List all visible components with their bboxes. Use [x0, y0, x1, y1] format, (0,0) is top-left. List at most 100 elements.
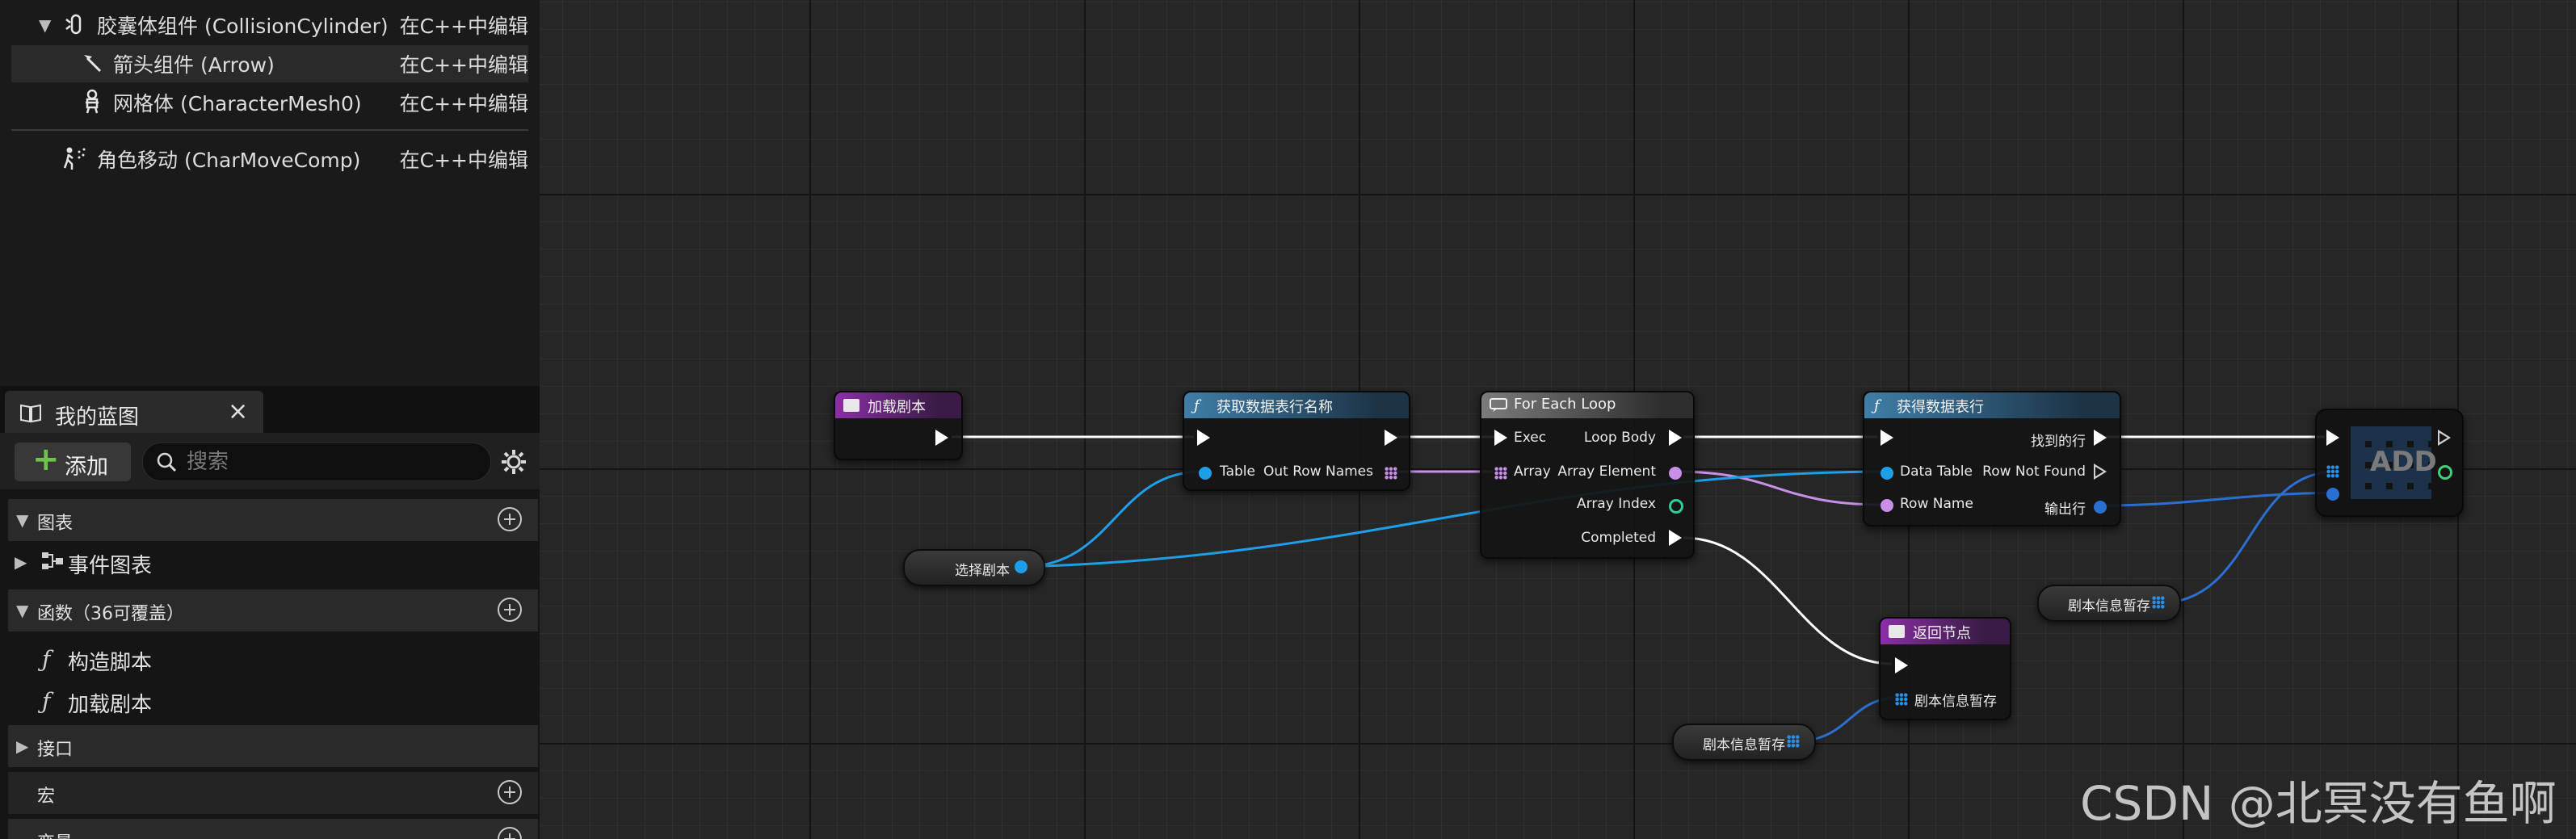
component-row-collision-cylinder[interactable]: ▼ 胶囊体组件 (CollisionCylinder) 在C++中编辑: [11, 6, 528, 44]
new-item-pin[interactable]: [2326, 488, 2339, 501]
section-interfaces[interactable]: ▶ 接口: [8, 725, 538, 767]
pin-label: 剧本信息暂存: [1914, 694, 1997, 710]
variable-out-pin[interactable]: [1787, 735, 1800, 748]
return-value-pin[interactable]: [1895, 693, 1908, 706]
list-item-label: 事件图表: [68, 554, 153, 578]
edit-in-cpp-link[interactable]: 在C++中编辑: [400, 145, 528, 174]
data-table-pin[interactable]: [1881, 467, 1893, 480]
section-functions[interactable]: ▼ 函数（36可覆盖）: [8, 589, 538, 631]
array-pin[interactable]: [1494, 467, 1507, 480]
out-row-names-pin[interactable]: [1385, 467, 1397, 480]
collapse-arrow-icon[interactable]: ▼: [16, 510, 28, 530]
return-node-icon: [1889, 625, 1905, 638]
add-button[interactable]: + 添加: [15, 441, 131, 481]
macro-icon: [1490, 398, 1507, 412]
pin-label: Completed: [1581, 530, 1656, 546]
add-macro-button[interactable]: [498, 780, 522, 804]
edit-in-cpp-link[interactable]: 在C++中编辑: [400, 49, 528, 78]
edit-in-cpp-link[interactable]: 在C++中编辑: [400, 10, 528, 40]
function-icon: ƒ: [42, 646, 51, 673]
component-name: 网格体 (CharacterMesh0): [113, 92, 362, 115]
add-graph-button[interactable]: [498, 507, 522, 531]
section-macros[interactable]: 宏: [8, 772, 538, 814]
completed-pin[interactable]: [1669, 530, 1682, 546]
variable-script-info-2[interactable]: 剧本信息暂存: [1672, 724, 1816, 761]
capsule-component-icon: [65, 14, 82, 35]
event-graph-icon: [42, 552, 63, 569]
exec-out-pin[interactable]: [1385, 430, 1397, 446]
node-title: 获得数据表行: [1897, 399, 1984, 416]
section-graphs[interactable]: ▼ 图表: [8, 499, 538, 541]
edit-in-cpp-link[interactable]: 在C++中编辑: [400, 88, 528, 117]
expand-arrow-icon[interactable]: ▶: [16, 736, 28, 756]
exec-out-pin[interactable]: [935, 430, 948, 446]
close-icon[interactable]: ×: [228, 397, 248, 426]
pin-label: Data Table: [1900, 464, 1973, 480]
out-row-pin[interactable]: [2094, 501, 2107, 514]
variable-label: 选择剧本: [955, 563, 1010, 579]
search-input[interactable]: [185, 447, 479, 477]
variable-out-pin[interactable]: [2152, 596, 2165, 609]
exec-in-pin[interactable]: [1197, 430, 1210, 446]
section-variables[interactable]: 变量: [8, 819, 538, 839]
list-item-load-script[interactable]: ƒ 加载剧本: [8, 680, 538, 720]
pin-label: 输出行: [2044, 501, 2086, 518]
component-name: 胶囊体组件 (CollisionCylinder): [97, 15, 389, 38]
pin-label: Out Row Names: [1263, 464, 1373, 480]
variable-label: 剧本信息暂存: [2068, 598, 2150, 615]
row-found-pin[interactable]: [2094, 430, 2107, 446]
collapse-arrow-icon[interactable]: ▼: [16, 601, 28, 620]
node-title: 返回节点: [1913, 625, 1971, 642]
exec-in-pin[interactable]: [2326, 430, 2339, 446]
array-index-pin[interactable]: [1669, 499, 1683, 514]
node-load-script-entry[interactable]: 加载剧本: [834, 391, 963, 460]
exec-in-pin[interactable]: [1494, 430, 1507, 446]
component-row-character-mesh[interactable]: 网格体 (CharacterMesh0) 在C++中编辑: [11, 84, 528, 121]
component-row-char-move[interactable]: 角色移动 (CharMoveComp) 在C++中编辑: [11, 141, 528, 178]
variable-select-script[interactable]: 选择剧本: [903, 549, 1045, 586]
target-array-pin[interactable]: [2326, 465, 2339, 478]
collapse-arrow-icon[interactable]: ▼: [39, 15, 51, 35]
component-name: 箭头组件 (Arrow): [113, 53, 275, 77]
component-row-arrow[interactable]: 箭头组件 (Arrow) 在C++中编辑: [11, 45, 528, 82]
variable-script-info-1[interactable]: 剧本信息暂存: [2037, 585, 2181, 622]
section-label: 图表: [37, 514, 74, 534]
table-pin[interactable]: [1199, 467, 1212, 480]
tab-my-blueprint[interactable]: 我的蓝图 ×: [5, 391, 263, 434]
index-out-pin[interactable]: [2438, 465, 2452, 480]
variable-label: 剧本信息暂存: [1703, 737, 1785, 753]
row-not-found-pin[interactable]: [2094, 464, 2107, 480]
node-return[interactable]: 返回节点 剧本信息暂存: [1879, 617, 2011, 720]
variable-out-pin[interactable]: [1015, 560, 1027, 573]
list-item-event-graph[interactable]: ▶ 事件图表: [8, 541, 538, 581]
function-icon: ƒ: [1874, 397, 1880, 414]
node-get-data-table-row[interactable]: ƒ 获得数据表行 找到的行 Data Table Row Not Found R…: [1863, 391, 2121, 526]
gear-icon[interactable]: [499, 447, 528, 476]
add-function-button[interactable]: [498, 598, 522, 622]
list-item-label: 构造脚本: [68, 651, 153, 675]
exec-in-pin[interactable]: [1881, 430, 1893, 446]
component-name: 角色移动 (CharMoveComp): [97, 149, 361, 172]
loop-body-pin[interactable]: [1669, 430, 1682, 446]
section-label: 函数（36可覆盖）: [37, 604, 184, 624]
divider: [11, 129, 528, 131]
add-variable-button[interactable]: [498, 827, 522, 839]
exec-out-pin[interactable]: [2438, 430, 2451, 446]
add-button-label: 添加: [65, 455, 108, 480]
list-item-construction-script[interactable]: ƒ 构造脚本: [8, 638, 538, 678]
pin-label: Loop Body: [1583, 430, 1656, 446]
function-entry-icon: [843, 399, 859, 412]
section-label: 接口: [37, 740, 74, 760]
node-for-each-loop[interactable]: For Each Loop Exec Loop Body Array Array…: [1480, 391, 1695, 559]
pin-label: 找到的行: [2031, 434, 2086, 450]
row-name-pin[interactable]: [1881, 499, 1893, 512]
search-box[interactable]: [142, 443, 491, 481]
arrow-component-icon: [84, 55, 102, 73]
expand-arrow-icon[interactable]: ▶: [15, 552, 27, 572]
exec-in-pin[interactable]: [1895, 657, 1908, 673]
node-title: For Each Loop: [1514, 396, 1616, 413]
array-element-pin[interactable]: [1669, 467, 1682, 480]
node-title: 加载剧本: [868, 399, 926, 416]
node-get-data-table-row-names[interactable]: ƒ 获取数据表行名称 Table Out Row Names: [1183, 391, 1410, 491]
node-array-add[interactable]: ADD: [2315, 409, 2464, 517]
